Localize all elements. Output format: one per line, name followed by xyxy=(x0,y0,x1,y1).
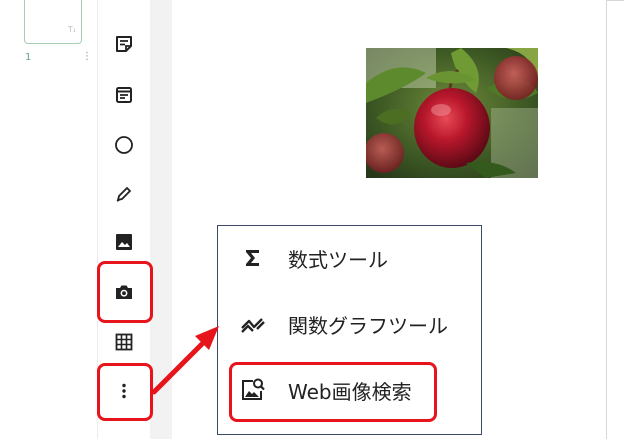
annotation-arrow xyxy=(151,326,219,395)
